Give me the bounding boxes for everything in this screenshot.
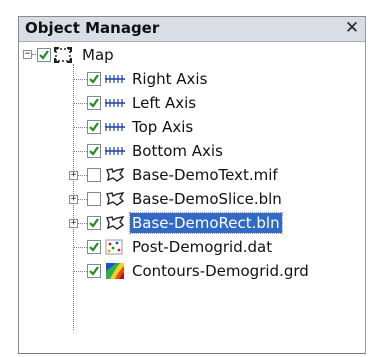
tree-item[interactable]: Top Axis bbox=[87, 116, 195, 138]
object-tree: − Map Right Axis Left Axis Top Axis Bottom … bbox=[19, 42, 365, 353]
visibility-checkbox[interactable] bbox=[87, 96, 101, 110]
tree-connector bbox=[32, 54, 36, 55]
tree-item[interactable]: Post-Demogrid.dat bbox=[87, 236, 274, 258]
tree-item[interactable]: Contours-Demogrid.grd bbox=[87, 260, 311, 282]
axis-icon bbox=[104, 119, 126, 135]
visibility-checkbox[interactable] bbox=[87, 120, 101, 134]
expand-icon[interactable]: + bbox=[69, 171, 78, 180]
tree-item[interactable]: Base-DemoText.mif bbox=[87, 164, 280, 186]
visibility-checkbox[interactable] bbox=[87, 144, 101, 158]
tree-item-label: Base-DemoRect.bln bbox=[129, 212, 283, 234]
base-map-icon bbox=[104, 215, 126, 231]
title-bar: Object Manager ✕ bbox=[19, 17, 365, 42]
axis-icon bbox=[104, 95, 126, 111]
visibility-checkbox[interactable] bbox=[87, 264, 101, 278]
tree-connector bbox=[74, 151, 87, 152]
map-frame-icon bbox=[54, 47, 76, 63]
tree-item[interactable]: Right Axis bbox=[87, 68, 209, 90]
tree-item[interactable]: Base-DemoRect.bln bbox=[87, 212, 283, 234]
tree-item[interactable]: Base-DemoSlice.bln bbox=[87, 188, 284, 210]
visibility-checkbox[interactable] bbox=[87, 72, 101, 86]
axis-icon bbox=[104, 71, 126, 87]
tree-root-map[interactable]: Map bbox=[37, 44, 116, 66]
expand-icon[interactable]: + bbox=[69, 195, 78, 204]
post-map-icon bbox=[104, 239, 126, 255]
visibility-checkbox[interactable] bbox=[87, 216, 101, 230]
tree-item-label: Base-DemoText.mif bbox=[132, 166, 278, 184]
base-map-icon bbox=[104, 167, 126, 183]
tree-connector bbox=[74, 271, 87, 272]
base-map-icon bbox=[104, 191, 126, 207]
tree-item-label: Bottom Axis bbox=[132, 142, 223, 160]
tree-item[interactable]: Bottom Axis bbox=[87, 140, 225, 162]
collapse-icon[interactable]: − bbox=[23, 50, 32, 59]
tree-item-label: Right Axis bbox=[132, 70, 208, 88]
tree-item[interactable]: Left Axis bbox=[87, 92, 198, 114]
visibility-checkbox[interactable] bbox=[87, 168, 101, 182]
axis-icon bbox=[104, 143, 126, 159]
tree-item-label: Top Axis bbox=[132, 118, 194, 136]
tree-item-label: Post-Demogrid.dat bbox=[132, 238, 273, 256]
visibility-checkbox[interactable] bbox=[87, 192, 101, 206]
tree-item-label: Left Axis bbox=[132, 94, 197, 112]
tree-item-label: Contours-Demogrid.grd bbox=[132, 262, 309, 280]
tree-connector bbox=[74, 103, 87, 104]
close-icon[interactable]: ✕ bbox=[343, 19, 361, 37]
tree-connector bbox=[74, 79, 87, 80]
map-checkbox[interactable] bbox=[37, 48, 51, 62]
contour-map-icon bbox=[104, 263, 126, 279]
expand-icon[interactable]: + bbox=[69, 219, 78, 228]
visibility-checkbox[interactable] bbox=[87, 240, 101, 254]
tree-item-label: Map bbox=[82, 46, 114, 64]
object-manager-panel: Object Manager ✕ − Map Right Axis Left Ax… bbox=[18, 16, 366, 354]
panel-title: Object Manager bbox=[25, 19, 160, 37]
tree-item-label: Base-DemoSlice.bln bbox=[132, 190, 282, 208]
tree-connector bbox=[74, 127, 87, 128]
tree-connector bbox=[74, 247, 87, 248]
